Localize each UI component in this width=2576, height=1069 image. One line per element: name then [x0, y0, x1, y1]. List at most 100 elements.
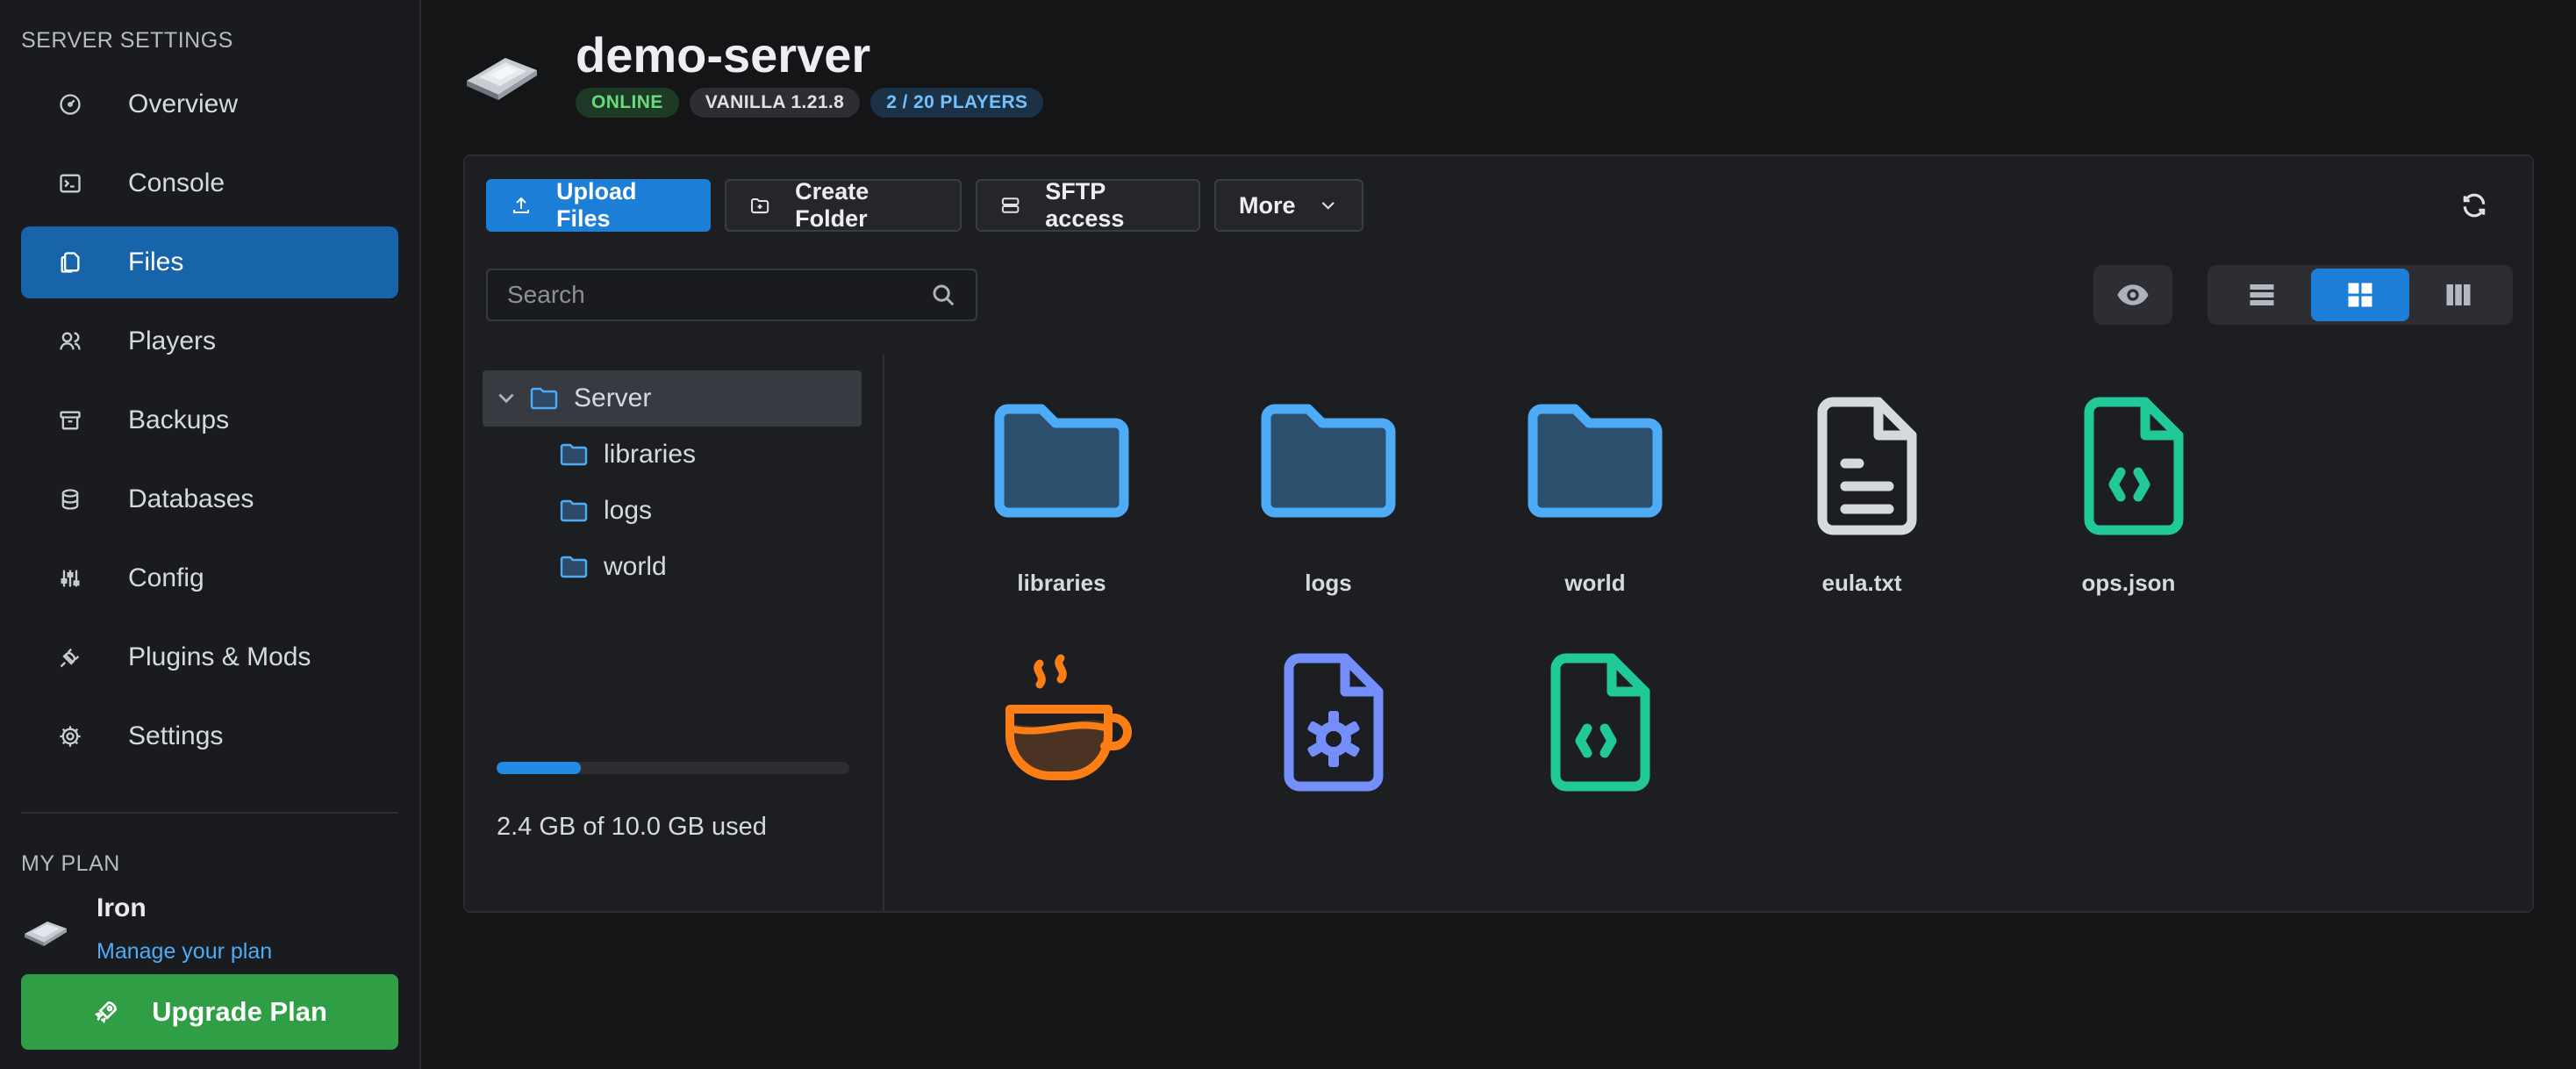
tree-item-logs[interactable]: logs: [483, 483, 862, 539]
sidebar-item-players[interactable]: Players: [21, 305, 398, 377]
file-item-server-jar[interactable]: [956, 648, 1167, 826]
list-view-icon: [2250, 284, 2274, 305]
database-icon: [56, 485, 84, 513]
more-label: More: [1239, 191, 1296, 219]
sidebar-item-label: Console: [128, 169, 225, 197]
tree-item-root[interactable]: Server: [483, 370, 862, 427]
sftp-access-button[interactable]: SFTP access: [976, 178, 1200, 232]
file-item-libraries[interactable]: libraries: [956, 391, 1167, 597]
column-view-button[interactable]: [2409, 269, 2508, 321]
search-icon[interactable]: [930, 282, 956, 308]
more-dropdown-button[interactable]: More: [1214, 179, 1363, 232]
refresh-icon: [2463, 193, 2486, 218]
sidebar-item-label: Databases: [128, 484, 254, 513]
folder-icon: [560, 556, 588, 578]
tree-item-label: Server: [574, 384, 652, 413]
create-folder-button[interactable]: Create Folder: [725, 178, 962, 232]
upgrade-plan-label: Upgrade Plan: [152, 996, 327, 1027]
file-item-world[interactable]: world: [1490, 391, 1700, 597]
manage-plan-link[interactable]: Manage your plan: [97, 939, 272, 965]
upload-files-label: Upload Files: [555, 178, 637, 232]
sidebar-item-files[interactable]: Files: [21, 226, 398, 298]
json-file-icon: [1550, 653, 1650, 792]
folder-plus-icon: [751, 197, 769, 214]
file-item-ops-json[interactable]: ops.json: [2023, 391, 2234, 597]
tree-item-libraries[interactable]: libraries: [483, 427, 862, 483]
sidebar-item-databases[interactable]: Databases: [21, 463, 398, 535]
rocket-icon: [94, 1001, 118, 1024]
version-badge: VANILLA 1.21.8: [689, 88, 861, 118]
sidebar-item-plugins-mods[interactable]: Plugins & Mods: [21, 621, 398, 693]
terminal-icon: [56, 169, 84, 197]
folder-icon: [1261, 404, 1396, 518]
create-folder-label: Create Folder: [795, 178, 869, 232]
archive-icon: [56, 406, 84, 434]
sidebar-item-overview[interactable]: Overview: [21, 68, 398, 140]
pane-divider: [883, 355, 884, 913]
app-root: SERVER SETTINGS Overview Console Files P…: [0, 0, 2576, 1069]
sidebar-item-config[interactable]: Config: [21, 542, 398, 614]
plan-name: Iron: [97, 893, 147, 922]
file-item-properties[interactable]: [1223, 648, 1434, 826]
file-item-eula[interactable]: eula.txt: [1757, 391, 1967, 597]
file-item-label: world: [1564, 570, 1626, 596]
folder-icon: [1528, 404, 1663, 518]
chevron-down-icon: [1321, 202, 1335, 210]
gauge-icon: [56, 90, 84, 118]
sidebar-item-label: Config: [128, 563, 204, 592]
java-cup-icon: [1005, 654, 1132, 780]
sidebar-item-label: Plugins & Mods: [128, 642, 311, 671]
refresh-button[interactable]: [2457, 188, 2492, 223]
sidebar-item-label: Backups: [128, 405, 230, 434]
players-badge: 2 / 20 PLAYERS: [870, 88, 1044, 118]
text-file-icon: [1817, 397, 1917, 535]
file-manager-panel: Upload Files Create Folder SFTP access M…: [463, 154, 2534, 913]
file-item-label: eula.txt: [1821, 570, 1902, 596]
sidebar-divider: [21, 812, 398, 814]
gear-icon: [56, 722, 84, 750]
folder-icon: [560, 499, 588, 522]
sidebar-item-backups[interactable]: Backups: [21, 384, 398, 456]
sliders-icon: [56, 564, 84, 592]
sidebar-item-label: Players: [128, 326, 217, 355]
file-item-json[interactable]: [1490, 648, 1700, 826]
upgrade-plan-button[interactable]: Upgrade Plan: [21, 974, 398, 1050]
search-input[interactable]: [507, 281, 930, 309]
grid-view-button[interactable]: [2311, 269, 2409, 321]
chevron-down-icon[interactable]: [495, 387, 518, 410]
file-item-label: logs: [1305, 570, 1352, 596]
list-view-button[interactable]: [2213, 269, 2311, 321]
sidebar: SERVER SETTINGS Overview Console Files P…: [0, 0, 421, 1069]
upload-icon: [512, 197, 529, 213]
files-icon: [56, 248, 84, 276]
sidebar-item-settings[interactable]: Settings: [21, 700, 398, 772]
view-mode-toggle: [2207, 265, 2513, 325]
folder-icon: [530, 387, 558, 410]
tree-item-label: world: [604, 552, 667, 581]
plan-heading: MY PLAN: [21, 851, 120, 876]
iron-ingot-icon: [25, 922, 67, 946]
folder-tree: Server libraries logs world: [483, 370, 862, 595]
column-view-icon: [2446, 284, 2471, 305]
plug-icon: [56, 643, 84, 671]
status-badge: ONLINE: [576, 88, 679, 118]
sidebar-item-label: Files: [128, 248, 184, 276]
sidebar-item-console[interactable]: Console: [21, 147, 398, 219]
sidebar-nav: Overview Console Files Players Backups D…: [21, 68, 398, 779]
sftp-access-label: SFTP access: [1045, 178, 1125, 232]
storage-progress-fill: [497, 762, 582, 774]
sidebar-section-title: SERVER SETTINGS: [21, 28, 233, 53]
file-item-label: libraries: [1017, 570, 1106, 596]
upload-files-button[interactable]: Upload Files: [486, 178, 711, 232]
grid-view-icon: [2348, 283, 2372, 307]
toggle-hidden-files-button[interactable]: [2093, 265, 2172, 325]
file-item-logs[interactable]: logs: [1223, 391, 1434, 597]
tree-item-world[interactable]: world: [483, 539, 862, 595]
server-badges: ONLINE VANILLA 1.21.8 2 / 20 PLAYERS: [576, 88, 1044, 118]
server-icon: [1001, 197, 1020, 213]
folder-icon: [560, 443, 588, 466]
server-iron-ingot-icon: [467, 58, 537, 100]
search-box: [486, 269, 977, 321]
file-item-label: ops.json: [2081, 570, 2176, 596]
storage-progress-bar: [497, 762, 849, 774]
